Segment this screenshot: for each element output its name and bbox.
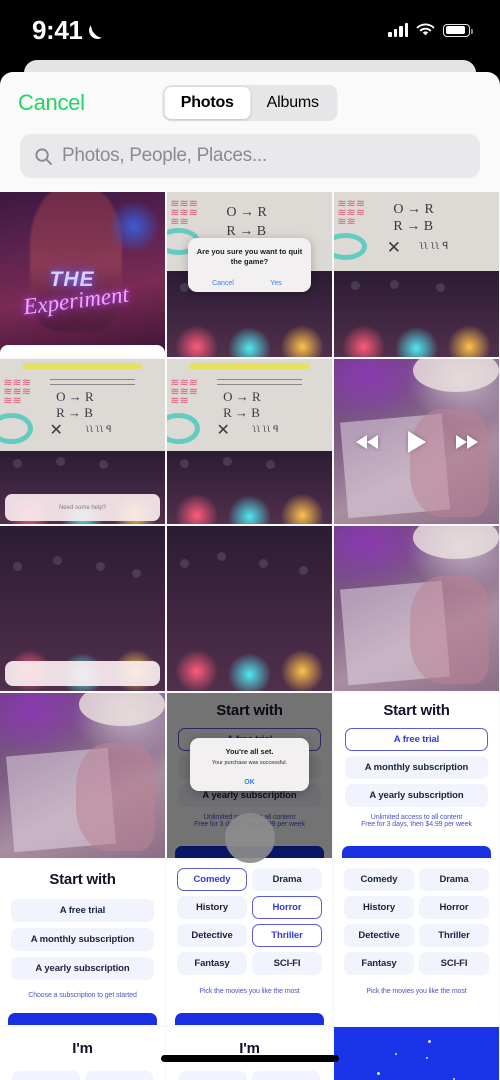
photo-poster-the-experiment[interactable]: THE Experiment	[0, 192, 165, 357]
wifi-icon	[416, 23, 435, 37]
genre-detective[interactable]: Detective	[177, 924, 247, 947]
genre-thriller[interactable]: Thriller	[419, 924, 489, 947]
tab-albums[interactable]: Albums	[250, 87, 336, 119]
option-free-trial[interactable]: A free trial	[11, 899, 154, 922]
alert-ok-button[interactable]: OK	[198, 774, 301, 791]
touch-cursor	[225, 813, 275, 863]
photo-whiteboard-notes-2[interactable]: ≋≋≋ ≋≋≋ ≋≋ O → R R → B ✕ ʅʅ ʅʅ ꟼ Need some…	[0, 359, 165, 524]
fast-forward-icon[interactable]	[455, 434, 478, 449]
age-grid: Under 18 18 to 24 25 to 34 Over 35	[12, 1071, 153, 1080]
photo-age-plain[interactable]: I'm Under 18 18 to 24 25 to 34 Over 35 P…	[167, 1027, 332, 1080]
genre-horror[interactable]: Horror	[419, 896, 489, 919]
screen-hint: Pick the movies you like the most	[366, 988, 467, 995]
continue-button[interactable]	[342, 846, 491, 858]
photo-age-selected[interactable]: I'm Under 18 18 to 24 25 to 34 Over 35 P…	[0, 1027, 165, 1080]
alert-purchase-success: You're all set. Your purchase was succes…	[190, 737, 309, 791]
alert-buttons: Cancel Yes	[196, 275, 302, 292]
alert-message: Your purchase was successful.	[211, 759, 288, 766]
screen-title: I'm	[72, 1040, 93, 1057]
clock: 9:41	[32, 14, 83, 45]
continue-button[interactable]	[8, 1013, 157, 1025]
age-under-18[interactable]: Under 18	[179, 1071, 247, 1080]
genre-comedy[interactable]: Comedy	[344, 868, 414, 891]
photos-albums-segmented-control[interactable]: Photos Albums	[162, 85, 338, 121]
alert-quit-game: Are you sure you want to quit the game? …	[188, 238, 311, 293]
video-controls[interactable]	[334, 359, 499, 524]
option-free-trial[interactable]: A free trial	[345, 728, 488, 751]
photo-stage-lights[interactable]	[167, 526, 332, 691]
option-yearly[interactable]: A yearly subscription	[345, 784, 488, 807]
genre-horror[interactable]: Horror	[252, 896, 322, 919]
screen-title: Start with	[49, 871, 116, 888]
genre-scifi[interactable]: SCI-FI	[252, 952, 322, 975]
genre-grid: Comedy Drama History Horror Detective Th…	[344, 868, 489, 975]
search-icon	[34, 147, 53, 166]
photo-caption: Need some help?	[58, 504, 106, 511]
photo-desk-writing[interactable]	[334, 526, 499, 691]
alert-yes-button[interactable]: Yes	[249, 275, 302, 292]
option-yearly[interactable]: A yearly subscription	[11, 957, 154, 980]
search-bar[interactable]	[20, 134, 480, 178]
genre-fantasy[interactable]: Fantasy	[344, 952, 414, 975]
space-scene	[334, 1027, 499, 1080]
genre-comedy[interactable]: Comedy	[177, 868, 247, 891]
continue-button[interactable]	[175, 1013, 324, 1025]
crescent-moon-icon	[89, 22, 106, 39]
screen-hint: Pick the movies you like the most	[199, 988, 300, 995]
cellular-signal-icon	[388, 23, 408, 37]
photo-subscription-plain[interactable]: Start with A free trial A monthly subscr…	[0, 860, 165, 1025]
photo-desk-writing-2[interactable]	[0, 693, 165, 858]
photo-whiteboard-notes-3[interactable]: ≋≋≋ ≋≋≋ ≋≋ O → R R → B ✕ ʅʅ ʅʅ ꟼ	[167, 359, 332, 524]
home-indicator[interactable]	[161, 1055, 339, 1062]
photo-grid: THE Experiment ≋≋≋ ≋≋≋ ≋≋ O → R R → B Are …	[0, 192, 500, 1080]
photo-space-planet[interactable]	[334, 1027, 499, 1080]
genre-history[interactable]: History	[344, 896, 414, 919]
play-icon[interactable]	[407, 430, 426, 453]
genre-grid: Comedy Drama History Horror Detective Th…	[177, 868, 322, 975]
tab-photos[interactable]: Photos	[164, 87, 250, 119]
picker-nav-row: Cancel Photos Albums	[0, 72, 500, 134]
genre-thriller[interactable]: Thriller	[252, 924, 322, 947]
genre-drama[interactable]: Drama	[419, 868, 489, 891]
photo-video-playback[interactable]	[334, 359, 499, 524]
photo-quit-game-alert[interactable]: ≋≋≋ ≋≋≋ ≋≋ O → R R → B Are you sure you wa…	[167, 192, 332, 357]
photo-genres-plain[interactable]: Comedy Drama History Horror Detective Th…	[334, 860, 499, 1025]
photo-picker-sheet: Cancel Photos Albums THE Experiment ≋≋≋≋…	[0, 72, 500, 1080]
genre-detective[interactable]: Detective	[344, 924, 414, 947]
status-bar: 9:41	[0, 0, 500, 60]
search-container	[0, 134, 500, 192]
screen-title: Start with	[383, 702, 450, 719]
genre-scifi[interactable]: SCI-FI	[419, 952, 489, 975]
photo-subscription-free-trial-selected[interactable]: Start with A free trial A monthly subscr…	[334, 693, 499, 858]
photo-whiteboard-notes[interactable]: ≋≋≋ ≋≋≋ ≋≋ O → R R → B ✕ ʅʅ ʅʅ ꟼ	[334, 192, 499, 357]
alert-cancel-button[interactable]: Cancel	[196, 275, 249, 292]
alert-title: You're all set.	[225, 746, 274, 756]
status-bar-left: 9:41	[32, 15, 106, 46]
photo-genres-selected[interactable]: Comedy Drama History Horror Detective Th…	[167, 860, 332, 1025]
footer-line-1: Unlimited access to all content	[370, 814, 463, 821]
footer-line-2: Free for 3 days, then $4.99 per week	[361, 821, 472, 828]
option-monthly[interactable]: A monthly subscription	[11, 928, 154, 951]
battery-icon	[443, 23, 473, 37]
genre-history[interactable]: History	[177, 896, 247, 919]
photo-stage-lights-caption[interactable]	[0, 526, 165, 691]
cancel-button[interactable]: Cancel	[18, 90, 85, 116]
age-grid: Under 18 18 to 24 25 to 34 Over 35	[179, 1071, 320, 1080]
option-monthly[interactable]: A monthly subscription	[345, 756, 488, 779]
genre-fantasy[interactable]: Fantasy	[177, 952, 247, 975]
age-18-24[interactable]: 18 to 24	[85, 1071, 153, 1080]
genre-drama[interactable]: Drama	[252, 868, 322, 891]
age-18-24[interactable]: 18 to 24	[252, 1071, 320, 1080]
screen-hint: Choose a subscription to get started	[28, 992, 137, 999]
age-under-18[interactable]: Under 18	[12, 1071, 80, 1080]
rewind-icon[interactable]	[355, 434, 378, 449]
status-bar-right	[388, 23, 473, 37]
search-input[interactable]	[62, 145, 466, 167]
alert-title: Are you sure you want to quit the game?	[196, 247, 303, 267]
